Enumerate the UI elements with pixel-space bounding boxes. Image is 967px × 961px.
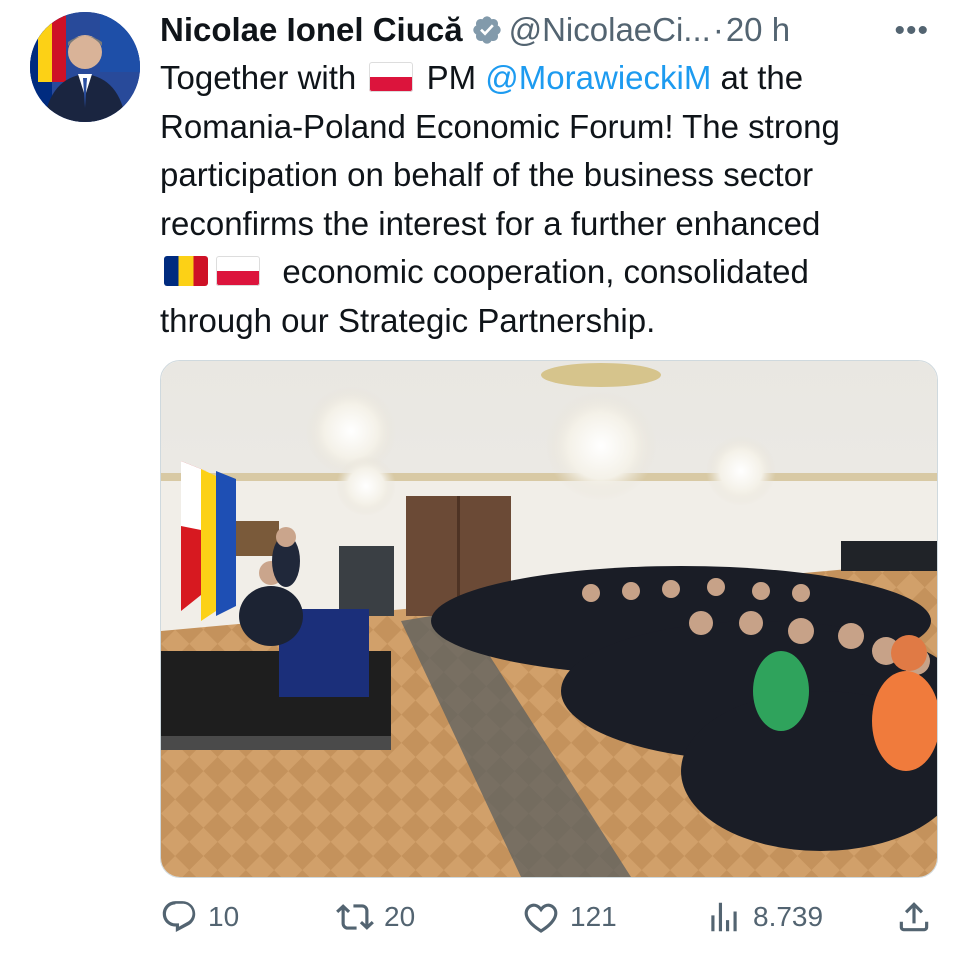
reply-icon (162, 901, 196, 932)
text-segment: at the (720, 59, 804, 96)
more-options-icon[interactable]: ••• (894, 14, 929, 48)
reply-count: 10 (208, 901, 240, 932)
separator: · (712, 11, 724, 48)
tweet-line-6: through our Strategic Partnership. (160, 301, 656, 339)
verified-badge-icon (472, 16, 501, 44)
views-icon (711, 902, 737, 932)
retweet-icon (336, 904, 374, 930)
text-segment: economic cooperation, consolidated (282, 253, 809, 290)
share-button[interactable] (895, 892, 943, 942)
tweet-line-1: Together with PM @MorawieckiM at the (160, 54, 940, 103)
views-count: 8.739 (753, 901, 824, 932)
author-name[interactable]: Nicolae Ionel Ciucă (160, 11, 463, 49)
retweet-button[interactable]: 20 (336, 892, 415, 942)
like-button[interactable]: 121 (522, 892, 617, 942)
tweet-header: Nicolae Ionel Ciucă @NicolaeCi... · 20 h (160, 8, 950, 52)
forum-hall-photo (161, 361, 937, 877)
tweet-actions: 10 20 121 8.739 (160, 892, 940, 942)
poland-flag-icon (216, 256, 260, 287)
share-icon (899, 902, 929, 932)
romania-flag-icon (164, 256, 208, 287)
post-time[interactable]: 20 h (726, 11, 790, 49)
reply-button[interactable]: 10 (160, 892, 239, 942)
tweet-line-3: participation on behalf of the business … (160, 156, 814, 193)
avatar-image (30, 12, 140, 122)
text-segment: Together with (160, 59, 357, 96)
like-icon (524, 903, 558, 933)
tweet-text: Together with PM @MorawieckiM at the Rom… (160, 54, 940, 345)
tweet-photo[interactable] (160, 360, 938, 878)
text-segment: PM (426, 59, 477, 96)
tweet-line-2: Romania-Poland Economic Forum! The stron… (160, 107, 840, 145)
poland-flag-icon (369, 62, 414, 93)
like-count: 121 (570, 901, 617, 932)
retweet-count: 20 (384, 901, 416, 932)
views-button[interactable]: 8.739 (705, 892, 823, 942)
author-handle[interactable]: @NicolaeCi... (509, 11, 711, 49)
author-avatar[interactable] (30, 12, 140, 122)
mention-link[interactable]: @MorawieckiM (485, 59, 711, 96)
tweet-line-5: economic cooperation, consolidated (160, 248, 940, 297)
tweet-line-4: reconfirms the interest for a further en… (160, 204, 821, 242)
